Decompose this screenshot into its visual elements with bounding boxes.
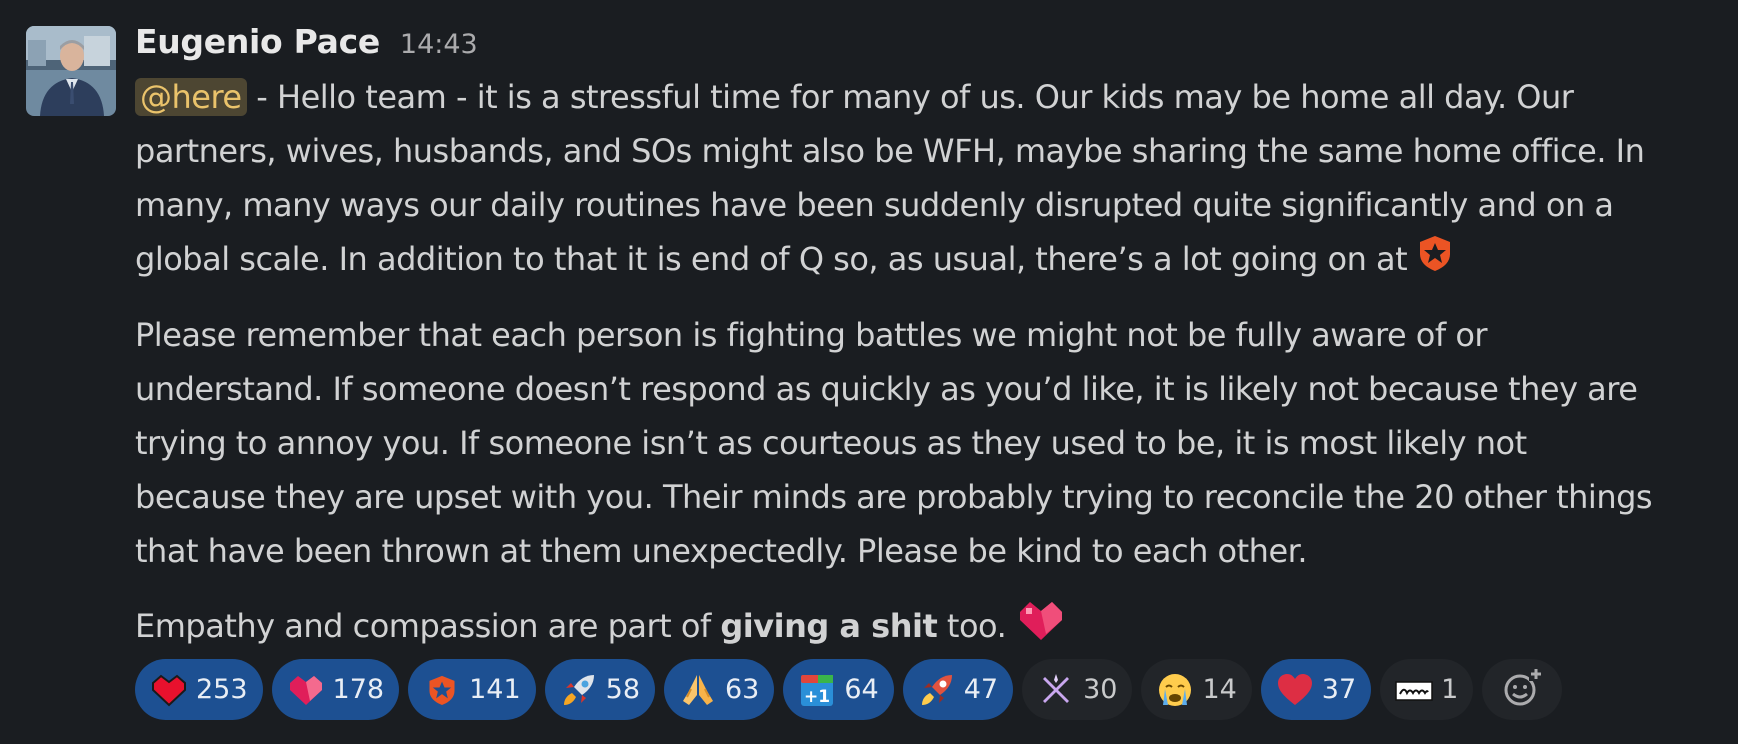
thanks-card-icon — [1394, 670, 1434, 710]
reaction-count: 1 — [1441, 674, 1459, 705]
reaction-count: 178 — [332, 674, 385, 705]
auth0-icon[interactable] — [1417, 234, 1453, 288]
svg-text:+1: +1 — [804, 687, 830, 707]
paragraph-2: Please remember that each person is figh… — [135, 308, 1725, 578]
text-segment: too. — [937, 607, 1007, 645]
reaction-plus-one-calendar[interactable]: +1 64 — [783, 659, 894, 720]
reaction-pixel-red-heart[interactable]: 253 — [135, 659, 263, 720]
text-line: trying to annoy you. If someone isn’t as… — [135, 424, 1527, 462]
reaction-red-heart[interactable]: 37 — [1260, 659, 1372, 720]
reaction-count: 63 — [725, 674, 760, 705]
pixel-pink-heart-icon — [286, 670, 326, 710]
sparkle-x-icon — [1036, 670, 1076, 710]
avatar[interactable] — [26, 26, 116, 116]
red-heart-icon — [1275, 670, 1315, 710]
text-line: that have been thrown at them unexpected… — [135, 532, 1308, 570]
rocket-icon — [559, 670, 599, 710]
message-content: Eugenio Pace 14:43 @here - Hello team - … — [135, 22, 1725, 658]
author-name[interactable]: Eugenio Pace — [135, 22, 380, 61]
text-line: Please remember that each person is figh… — [135, 316, 1488, 354]
reaction-rocket[interactable]: 58 — [544, 659, 655, 720]
reaction-auth0-shield[interactable]: 141 — [408, 659, 536, 720]
reaction-count: 253 — [196, 674, 248, 705]
reaction-count: 14 — [1202, 674, 1237, 705]
reaction-count: 30 — [1083, 674, 1118, 705]
text-line: Empathy and compassion are part of givin… — [135, 598, 1725, 658]
text-segment: global scale. In addition to that it is … — [135, 240, 1408, 278]
paragraph-3: Empathy and compassion are part of givin… — [135, 598, 1725, 658]
reaction-thanks-card[interactable]: 1 — [1380, 659, 1474, 720]
folded-hands-icon — [678, 670, 718, 710]
text-segment: Empathy and compassion are part of — [135, 607, 721, 645]
reactions-bar: 253 178 141 58 63 +1 64 47 30 14 37 1 — [135, 659, 1563, 720]
crying-face-icon — [1155, 670, 1195, 710]
plus-one-calendar-icon: +1 — [797, 670, 837, 710]
reaction-sparkle-x[interactable]: 30 — [1022, 659, 1133, 720]
reaction-folded-hands[interactable]: 63 — [664, 659, 775, 720]
pixel-heart-icon[interactable] — [1016, 598, 1066, 658]
message-header: Eugenio Pace 14:43 — [135, 22, 1725, 70]
add-reaction-icon — [1501, 666, 1544, 713]
rocket-red-icon — [917, 670, 957, 710]
auth0-shield-icon — [422, 670, 462, 710]
text-line: many, many ways our daily routines have … — [135, 186, 1614, 224]
add-reaction-button[interactable] — [1482, 659, 1563, 720]
bold-text: giving a shit — [720, 607, 938, 645]
reaction-count: 141 — [469, 674, 521, 705]
timestamp[interactable]: 14:43 — [400, 29, 478, 60]
reaction-rocket-red[interactable]: 47 — [902, 659, 1014, 720]
reaction-count: 37 — [1321, 674, 1357, 705]
paragraph-1: @here - Hello team - it is a stressful t… — [135, 70, 1725, 288]
text-line: @here - Hello team - it is a stressful t… — [135, 70, 1725, 124]
text-line: because they are upset with you. Their m… — [135, 478, 1653, 516]
text-line: understand. If someone doesn’t respond a… — [135, 370, 1638, 408]
reaction-count: 47 — [963, 674, 999, 705]
reaction-count: 58 — [605, 674, 640, 705]
text-line: partners, wives, husbands, and SOs might… — [135, 132, 1645, 170]
reaction-pixel-pink-heart[interactable]: 178 — [271, 659, 400, 720]
text-segment: - Hello team - it is a stressful time fo… — [246, 78, 1574, 116]
reaction-count: 64 — [844, 674, 879, 705]
here-mention[interactable]: @here — [135, 78, 247, 116]
text-line: global scale. In addition to that it is … — [135, 232, 1725, 288]
reaction-crying-face[interactable]: 14 — [1141, 659, 1252, 720]
pixel-red-heart-icon — [149, 670, 189, 710]
message: Eugenio Pace 14:43 @here - Hello team - … — [0, 0, 1738, 744]
